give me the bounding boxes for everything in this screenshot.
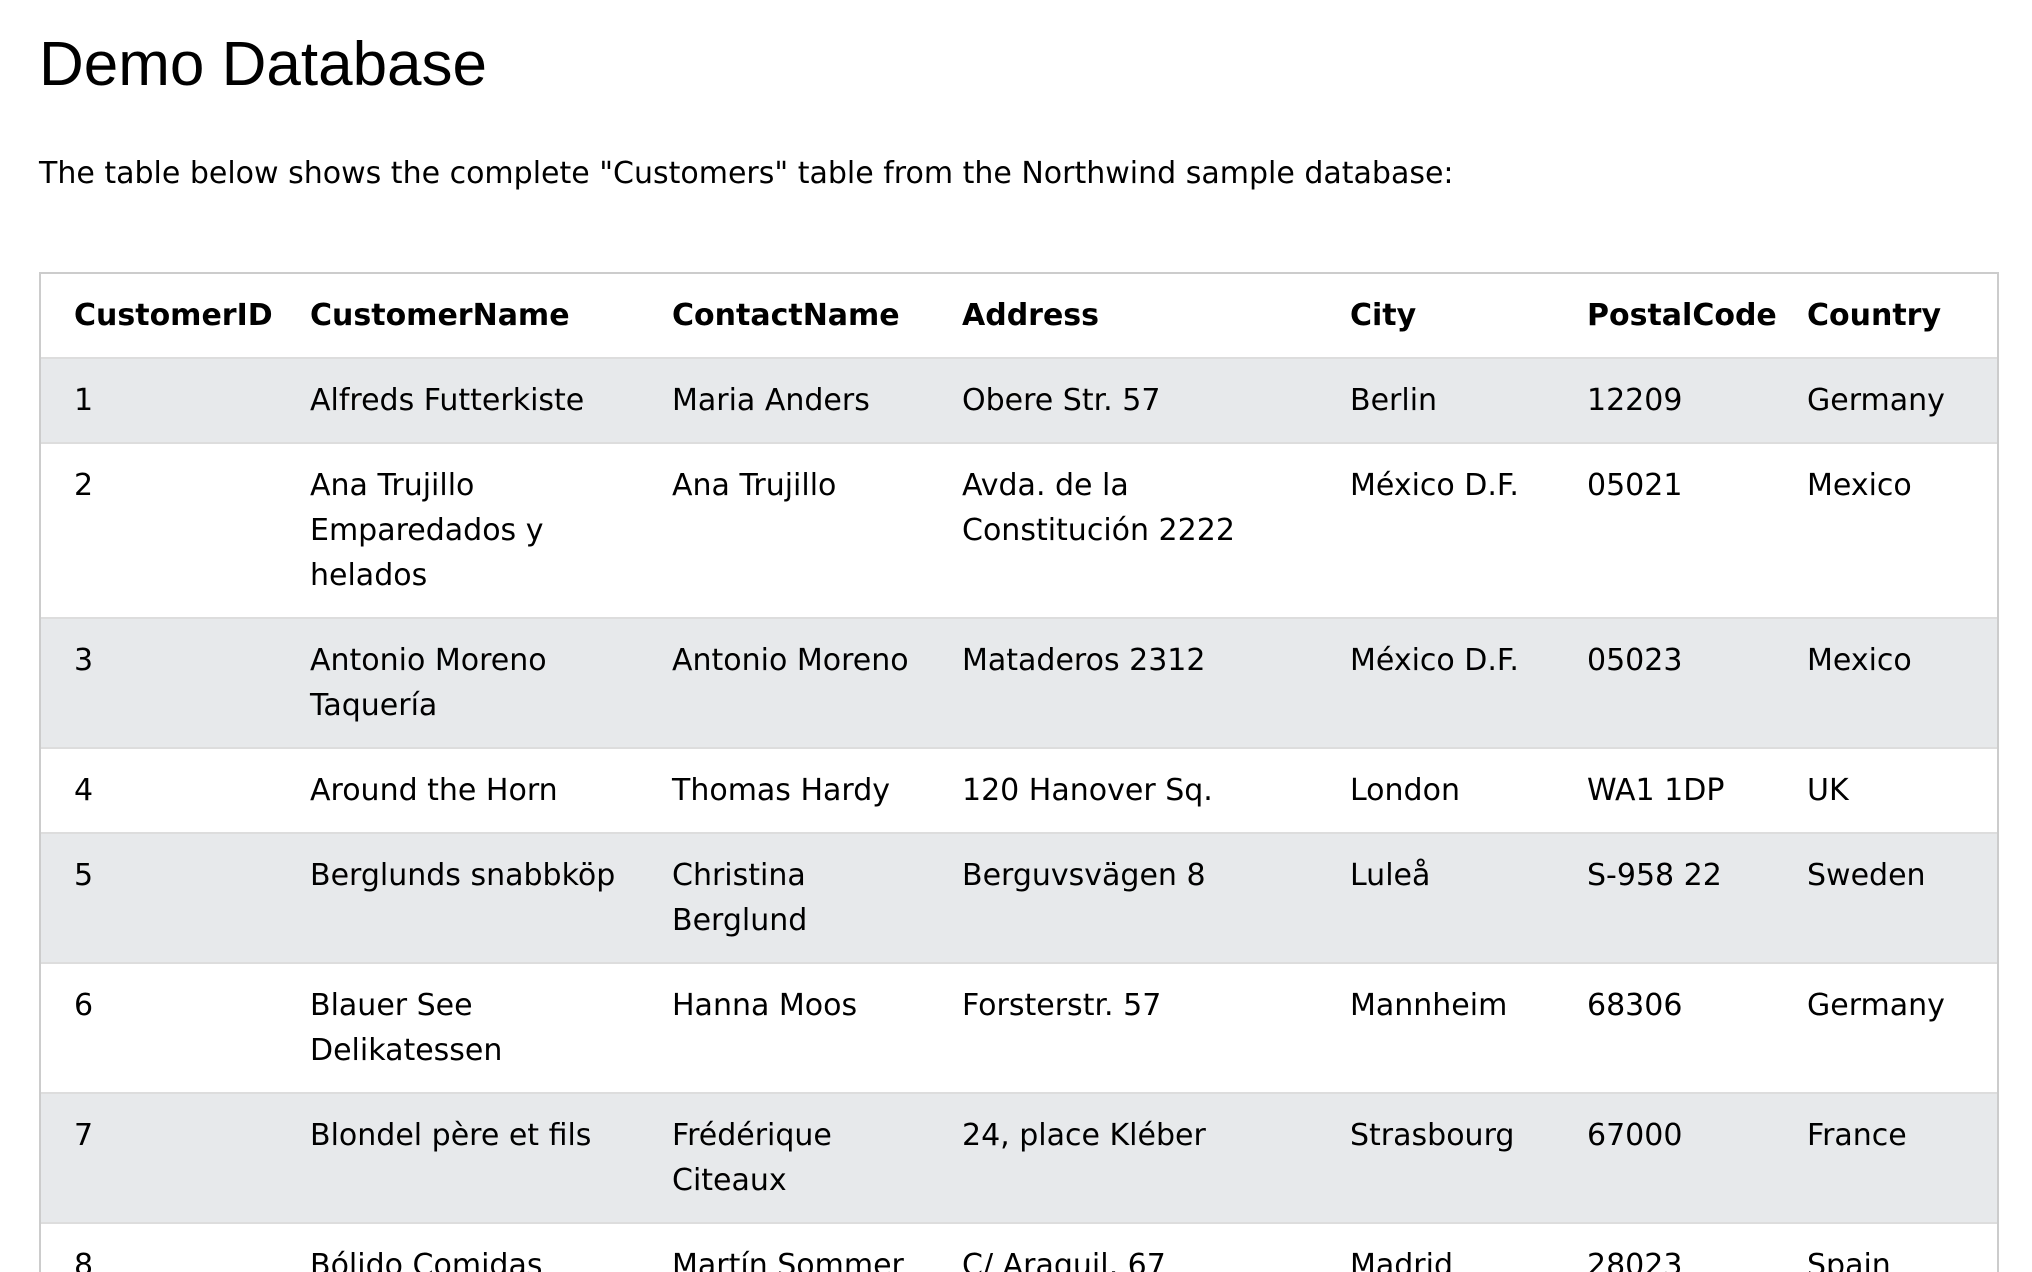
cell-address: Obere Str. 57: [962, 383, 1161, 418]
cell-customername: Ana Trujillo Emparedados y helados: [310, 468, 544, 593]
cell-customerid: 2: [74, 468, 94, 503]
cell-address: Forsterstr. 57: [962, 988, 1162, 1023]
table-header-row: CustomerID CustomerName ContactName Addr…: [41, 274, 1997, 358]
customers-table-container[interactable]: CustomerID CustomerName ContactName Addr…: [39, 272, 1999, 1272]
intro-text: The table below shows the complete "Cust…: [39, 156, 1454, 191]
column-header-customerid: CustomerID: [74, 298, 273, 333]
column-header-customername: CustomerName: [310, 298, 570, 333]
cell-country: Sweden: [1807, 858, 1926, 893]
cell-customerid: 5: [74, 858, 94, 893]
cell-country: France: [1807, 1118, 1907, 1153]
cell-city: Berlin: [1350, 383, 1438, 418]
cell-contactname: Thomas Hardy: [672, 773, 891, 808]
cell-address: C/ Araquil, 67: [962, 1248, 1166, 1272]
cell-address: 120 Hanover Sq.: [962, 773, 1213, 808]
cell-customername: Antonio Moreno Taquería: [310, 643, 547, 723]
cell-country: Spain: [1807, 1248, 1891, 1272]
cell-city: London: [1350, 773, 1460, 808]
cell-postalcode: 05023: [1587, 643, 1683, 678]
customers-table: CustomerID CustomerName ContactName Addr…: [41, 274, 1997, 1272]
column-header-postalcode: PostalCode: [1587, 298, 1777, 333]
table-row: 3 Antonio Moreno Taquería Antonio Moreno…: [41, 618, 1997, 748]
cell-country: Mexico: [1807, 468, 1912, 503]
cell-customername: Blondel père et fils: [310, 1118, 592, 1153]
cell-contactname: Martín Sommer: [672, 1248, 904, 1272]
cell-address: Mataderos 2312: [962, 643, 1206, 678]
cell-address: 24, place Kléber: [962, 1118, 1206, 1153]
cell-postalcode: 12209: [1587, 383, 1683, 418]
cell-customername: Bólido Comidas: [310, 1248, 543, 1272]
cell-customername: Berglunds snabbköp: [310, 858, 616, 893]
cell-contactname: Ana Trujillo: [672, 468, 837, 503]
cell-postalcode: 68306: [1587, 988, 1683, 1023]
cell-customername: Around the Horn: [310, 773, 558, 808]
cell-postalcode: 28023: [1587, 1248, 1683, 1272]
cell-postalcode: 05021: [1587, 468, 1683, 503]
page-title: Demo Database: [39, 30, 488, 99]
cell-postalcode: WA1 1DP: [1587, 773, 1725, 808]
column-header-city: City: [1350, 298, 1417, 333]
cell-country: UK: [1807, 773, 1849, 808]
cell-customerid: 3: [74, 643, 94, 678]
cell-postalcode: 67000: [1587, 1118, 1683, 1153]
cell-address: Berguvsvägen 8: [962, 858, 1206, 893]
cell-city: Luleå: [1350, 858, 1431, 893]
cell-customerid: 8: [74, 1248, 94, 1272]
cell-country: Mexico: [1807, 643, 1912, 678]
cell-contactname: Antonio Moreno: [672, 643, 909, 678]
cell-postalcode: S-958 22: [1587, 858, 1722, 893]
cell-customerid: 7: [74, 1118, 94, 1153]
cell-contactname: Hanna Moos: [672, 988, 858, 1023]
cell-country: Germany: [1807, 383, 1945, 418]
table-row: 7 Blondel père et fils Frédérique Citeau…: [41, 1093, 1997, 1223]
cell-customerid: 4: [74, 773, 94, 808]
cell-country: Germany: [1807, 988, 1945, 1023]
table-row: 2 Ana Trujillo Emparedados y helados Ana…: [41, 443, 1997, 618]
cell-city: Mannheim: [1350, 988, 1508, 1023]
table-row: 6 Blauer See Delikatessen Hanna Moos For…: [41, 963, 1997, 1093]
cell-city: México D.F.: [1350, 643, 1519, 678]
cell-city: México D.F.: [1350, 468, 1519, 503]
table-row: 8 Bólido Comidas Martín Sommer C/ Araqui…: [41, 1223, 1997, 1272]
table-row: 1 Alfreds Futterkiste Maria Anders Obere…: [41, 358, 1997, 443]
cell-city: Madrid: [1350, 1248, 1454, 1272]
table-row: 4 Around the Horn Thomas Hardy 120 Hanov…: [41, 748, 1997, 833]
cell-address: Avda. de la Constitución 2222: [962, 468, 1235, 548]
cell-customerid: 6: [74, 988, 94, 1023]
cell-customername: Alfreds Futterkiste: [310, 383, 585, 418]
column-header-country: Country: [1807, 298, 1942, 333]
column-header-address: Address: [962, 298, 1100, 333]
cell-customername: Blauer See Delikatessen: [310, 988, 503, 1068]
column-header-contactname: ContactName: [672, 298, 900, 333]
cell-contactname: Christina Berglund: [672, 858, 808, 938]
cell-contactname: Maria Anders: [672, 383, 870, 418]
cell-city: Strasbourg: [1350, 1118, 1515, 1153]
cell-contactname: Frédérique Citeaux: [672, 1118, 832, 1198]
cell-customerid: 1: [74, 383, 94, 418]
table-row: 5 Berglunds snabbköp Christina Berglund …: [41, 833, 1997, 963]
